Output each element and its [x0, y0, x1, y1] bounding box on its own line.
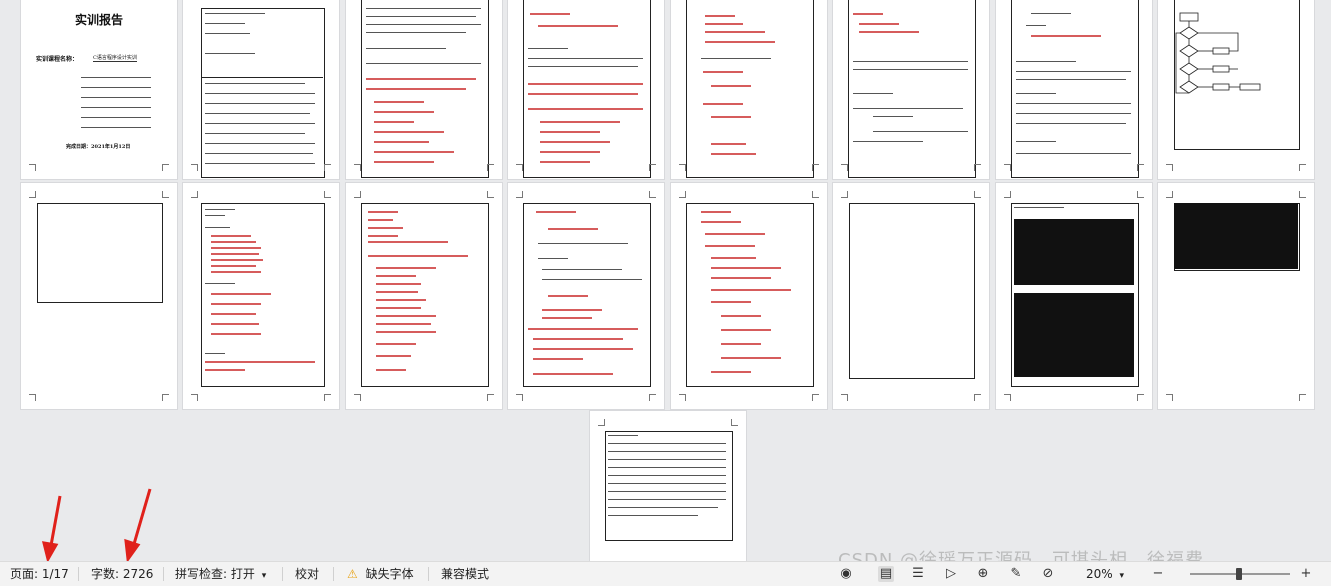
outline-view-icon[interactable]: ☰	[910, 566, 926, 582]
page-thumbnail-10[interactable]	[183, 183, 339, 409]
zoom-level-label: 20%	[1086, 567, 1113, 581]
page-thumbnail-1[interactable]: 实训报告 实训课程名称： C语言程序设计实训 完成日期：2021年1月12日	[21, 0, 177, 179]
web-view-icon[interactable]: ⊕	[975, 566, 991, 582]
spellcheck-toggle[interactable]: 拼写检查: 打开 ▾	[175, 566, 266, 582]
zoom-level[interactable]: 20% ▾	[1086, 566, 1124, 582]
spellcheck-label: 拼写检查: 打开	[175, 567, 255, 581]
minus-icon[interactable]: −	[1150, 566, 1166, 582]
warning-icon: ⚠	[347, 567, 358, 581]
cover-title: 实训报告	[74, 13, 123, 27]
cover-date: 完成日期：2021年1月12日	[66, 144, 131, 150]
page-thumbnail-16[interactable]	[1158, 183, 1314, 409]
console-screenshot	[1174, 203, 1298, 269]
missing-font-label: 缺失字体	[365, 567, 414, 581]
page-thumbnail-11[interactable]	[346, 183, 502, 409]
pen-icon[interactable]: ✎	[1008, 566, 1024, 582]
chevron-down-icon: ▾	[1119, 571, 1125, 581]
console-screenshot	[1014, 219, 1134, 285]
flowchart-diagram	[1175, 12, 1261, 94]
word-count[interactable]: 字数: 2726	[91, 566, 153, 582]
page-view-icon[interactable]: ▤	[878, 566, 894, 582]
status-bar: 页面: 1/17 字数: 2726 拼写检查: 打开 ▾ 校对 ⚠ 缺失字体 兼…	[0, 561, 1331, 586]
eye-icon[interactable]: ◉	[838, 566, 854, 582]
plus-icon[interactable]: +	[1298, 566, 1314, 582]
page-indicator[interactable]: 页面: 1/17	[10, 566, 69, 582]
page-thumbnail-6[interactable]	[833, 0, 989, 179]
page-thumbnail-8[interactable]	[1158, 0, 1314, 179]
compat-mode-label: 兼容模式	[441, 567, 490, 581]
console-screenshot	[1014, 293, 1134, 377]
proofread-button[interactable]: 校对	[295, 566, 319, 582]
page-thumbnail-9[interactable]	[21, 183, 177, 409]
red-arrow-annotations	[41, 488, 152, 561]
page-thumbnail-15[interactable]	[996, 183, 1152, 409]
page-thumbnail-13[interactable]	[671, 183, 827, 409]
chevron-down-icon: ▾	[261, 571, 267, 581]
zoom-slider-handle[interactable]	[1236, 568, 1242, 580]
document-canvas[interactable]: 实训报告 实训课程名称： C语言程序设计实训 完成日期：2021年1月12日	[0, 0, 1331, 561]
cover-course-name: C语言程序设计实训	[93, 55, 137, 62]
missing-font-button[interactable]: ⚠ 缺失字体	[347, 566, 414, 582]
page-thumbnail-5[interactable]	[671, 0, 827, 179]
play-icon[interactable]: ▷	[943, 566, 959, 582]
page-thumbnail-12[interactable]	[508, 183, 664, 409]
page-thumbnail-17[interactable]	[590, 411, 746, 561]
page-thumbnail-14[interactable]	[833, 183, 989, 409]
page-thumbnail-3[interactable]	[346, 0, 502, 179]
zoom-dropdown-icon[interactable]: ⊘	[1040, 566, 1056, 582]
cover-course-label: 实训课程名称：	[36, 56, 79, 63]
page-thumbnail-4[interactable]	[508, 0, 664, 179]
page-thumbnail-7[interactable]	[996, 0, 1152, 179]
page-thumbnail-2[interactable]	[183, 0, 339, 179]
